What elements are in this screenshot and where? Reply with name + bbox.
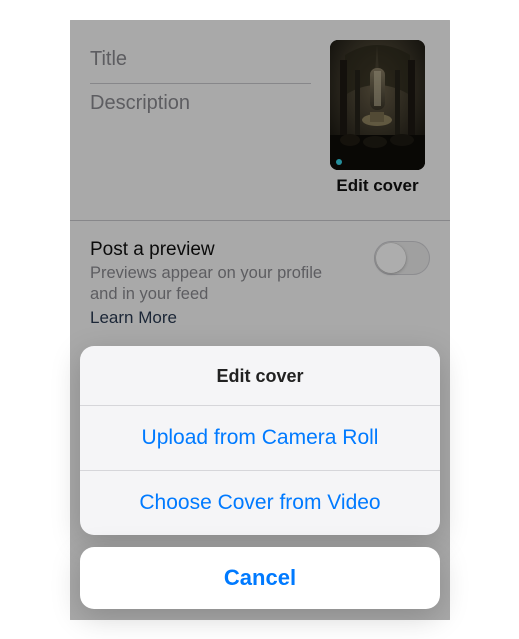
upload-from-camera-roll-button[interactable]: Upload from Camera Roll (80, 406, 440, 471)
cancel-button[interactable]: Cancel (80, 547, 440, 609)
choose-cover-from-video-button[interactable]: Choose Cover from Video (80, 471, 440, 535)
action-sheet: Edit cover Upload from Camera Roll Choos… (80, 346, 440, 609)
action-sheet-panel: Edit cover Upload from Camera Roll Choos… (80, 346, 440, 535)
action-sheet-title: Edit cover (80, 346, 440, 406)
